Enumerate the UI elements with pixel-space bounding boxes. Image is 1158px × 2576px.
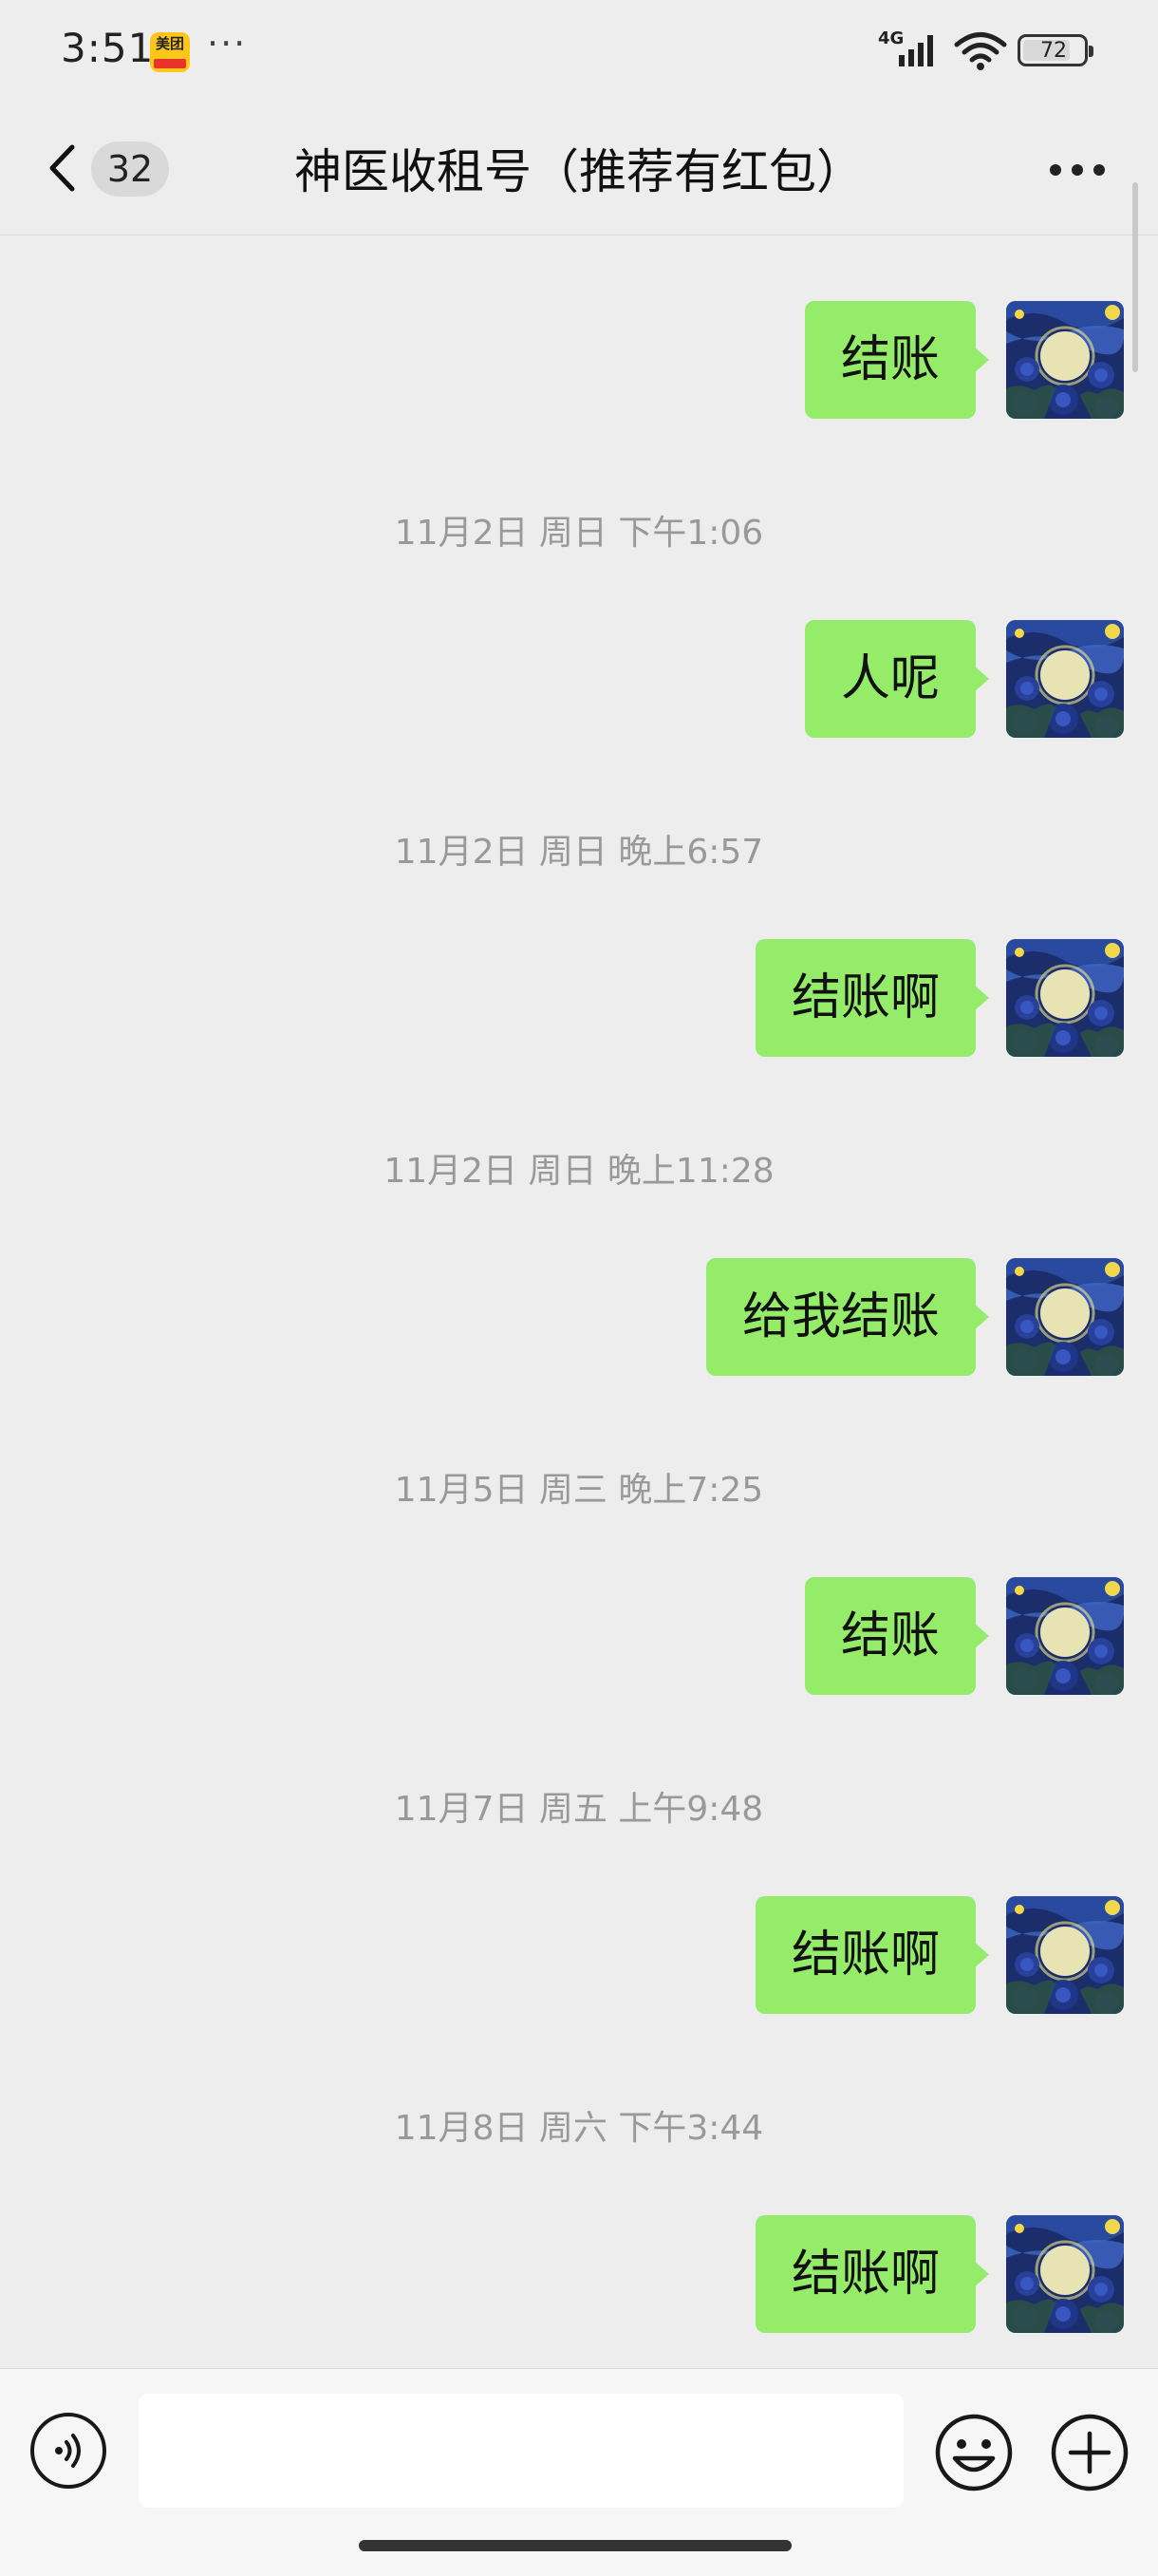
chevron-left-icon [49,144,75,192]
avatar[interactable] [1006,2215,1124,2333]
message-row: 人呢 [0,620,1158,738]
avatar[interactable] [1006,1258,1124,1376]
voice-icon [55,2434,81,2468]
avatar[interactable] [1006,939,1124,1057]
emoji-button[interactable] [934,2413,1014,2492]
sent-message-bubble[interactable]: 结账啊 [755,1896,976,2014]
status-overflow-icon: ··· [207,23,248,65]
message-timestamp: 11月2日 周日 下午1:06 [394,514,764,553]
sent-message-bubble[interactable]: 结账 [804,301,976,419]
sent-message-bubble[interactable]: 结账 [804,1577,976,1695]
message-timestamp: 11月2日 周日 晚上6:57 [394,833,764,872]
message-input[interactable] [139,2394,904,2508]
avatar[interactable] [1006,1577,1124,1695]
message-row: 结账啊 [0,2215,1158,2333]
chat-header: 32 神医收租号（推荐有红包） [0,100,1158,235]
home-indicator[interactable] [359,2540,792,2551]
sent-message-bubble[interactable]: 结账啊 [755,2215,976,2333]
avatar[interactable] [1006,1896,1124,2014]
back-button[interactable]: 32 [38,138,180,198]
message-timestamp: 11月2日 周日 晚上11:28 [383,1152,775,1191]
input-bar [0,2368,1158,2576]
avatar[interactable] [1006,301,1124,419]
more-functions-button[interactable] [1050,2413,1130,2492]
battery-level: 72 [1040,39,1067,63]
voice-button[interactable] [30,2413,106,2489]
meituan-icon-label: 美团 [155,35,184,52]
meituan-icon: 美团 [150,32,190,72]
message-row: 结账 [0,1577,1158,1695]
message-timestamp: 11月5日 周三 晚上7:25 [394,1471,764,1510]
more-button[interactable] [1044,157,1111,185]
avatar[interactable] [1006,620,1124,738]
sent-message-bubble[interactable]: 结账啊 [755,939,976,1057]
message-row: 结账啊 [0,1896,1158,2014]
chat-title: 神医收租号（推荐有红包） [294,144,864,199]
unread-count-badge: 32 [91,141,169,197]
more-horizontal-icon [1050,164,1061,176]
wifi-icon [954,32,1007,70]
sent-message-bubble[interactable]: 人呢 [804,620,976,738]
message-timestamp: 11月7日 周五 上午9:48 [394,1790,764,1829]
message-timestamp: 11月8日 周六 下午3:44 [394,2109,764,2148]
emoji-icon [935,2414,1013,2491]
sent-message-bubble[interactable]: 给我结账 [705,1258,976,1376]
status-time: 3:51 [61,25,155,71]
message-row: 结账啊 [0,939,1158,1057]
battery-icon: 72 [1018,34,1093,66]
message-row: 给我结账 [0,1258,1158,1376]
status-bar: 3:51 美团 ··· 4G 72 [0,0,1158,100]
cellular-signal-icon [899,35,933,66]
plus-circle-icon [1051,2414,1129,2491]
message-row: 结账 [0,301,1158,419]
